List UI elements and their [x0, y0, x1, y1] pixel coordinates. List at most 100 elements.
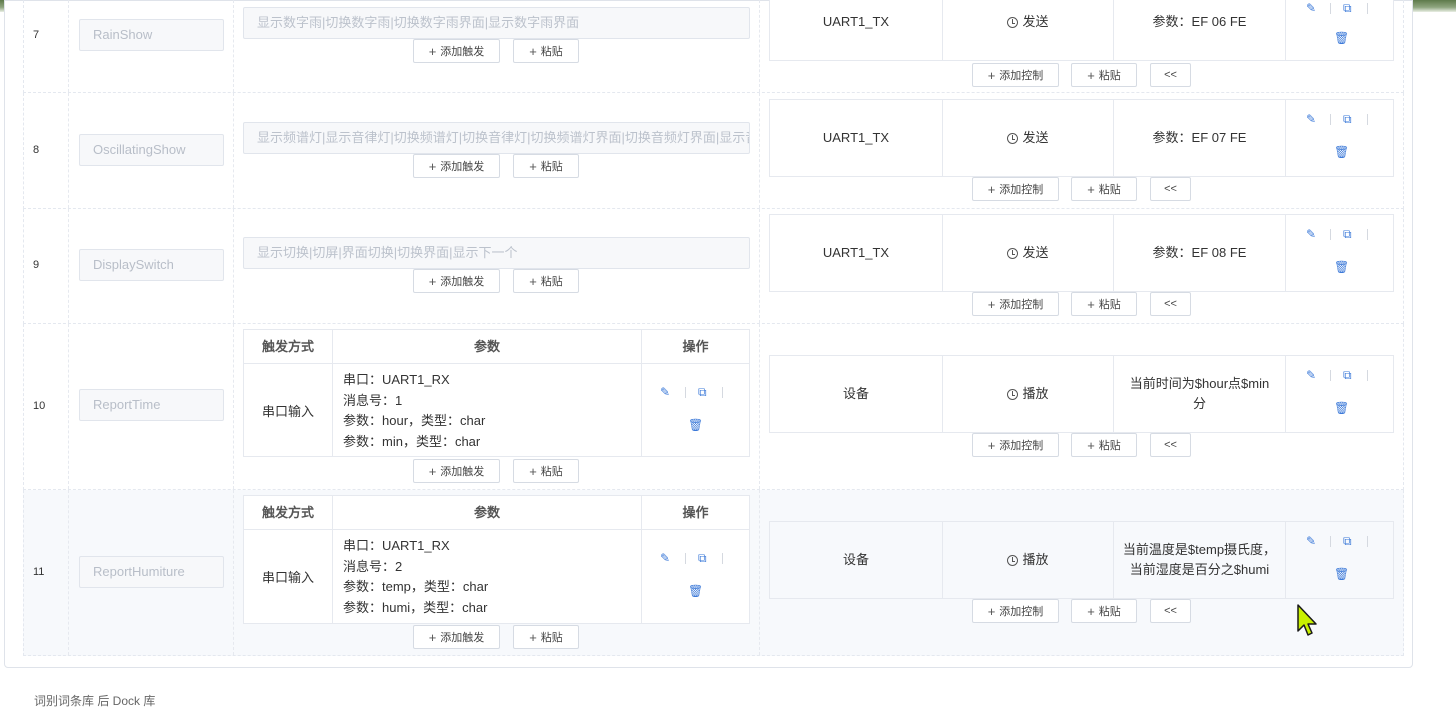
pencil-icon[interactable]: ✎ [1306, 2, 1316, 14]
plus-icon: + [987, 67, 996, 83]
plus-icon: + [529, 629, 537, 645]
control-action: 播放 [943, 522, 1114, 598]
plus-icon: + [1087, 181, 1095, 197]
add-control-button[interactable]: + 添加控制 [972, 292, 1059, 316]
paste-control-button[interactable]: + 粘贴 [1071, 292, 1137, 316]
control-table: 设备 播放 当前温度是$temp摄氏度，当前湿度是百分之$humi ✎ ⧉ 🗑 [769, 521, 1394, 599]
trigger-params: 串口：UART1_RX 消息号：1 参数：hour，类型：char 参数：min… [333, 364, 642, 456]
plus-icon: + [428, 463, 437, 479]
plus-icon: + [428, 43, 437, 59]
trash-icon[interactable]: 🗑 [688, 419, 703, 431]
clock-icon [1007, 132, 1019, 144]
pencil-icon[interactable]: ✎ [1306, 113, 1316, 125]
control-table: UART1_TX 发送 参数：EF 06 FE ✎ ⧉ 🗑 [769, 0, 1394, 61]
copy-icon[interactable]: ⧉ [698, 552, 707, 564]
add-control-button[interactable]: + 添加控制 [972, 63, 1059, 87]
header-mode: 触发方式 [244, 496, 333, 530]
paste-trigger-button[interactable]: + 粘贴 [513, 625, 579, 649]
copy-icon[interactable]: ⧉ [1343, 228, 1352, 240]
add-control-button[interactable]: + 添加控制 [972, 177, 1059, 201]
control-ops: ✎ ⧉ 🗑 [1286, 100, 1393, 176]
copy-icon[interactable]: ⧉ [1343, 2, 1352, 14]
trash-icon[interactable]: 🗑 [1334, 146, 1349, 158]
trigger-mode: 串口输入 [244, 530, 333, 623]
command-name-input[interactable]: RainShow [79, 19, 224, 51]
command-name-input[interactable]: DisplaySwitch [79, 249, 224, 281]
control-ops: ✎ ⧉ 🗑 [1286, 215, 1393, 291]
trigger-detail-table: 触发方式 参数 操作 串口输入 串口：UART1_RX 消息号：1 参数：hou… [243, 329, 750, 457]
command-name-input[interactable]: OscillatingShow [79, 134, 224, 166]
table-row: 8 OscillatingShow 显示频谱灯|显示音律灯|切换频谱灯|切换音律… [23, 93, 1404, 209]
paste-control-button[interactable]: + 粘贴 [1071, 599, 1137, 623]
copy-icon[interactable]: ⧉ [1343, 535, 1352, 547]
trigger-phrases-input[interactable]: 显示切换|切屏|界面切换|切换界面|显示下一个 [243, 237, 750, 269]
copy-icon[interactable]: ⧉ [698, 386, 707, 398]
plus-icon: + [987, 296, 996, 312]
add-trigger-button[interactable]: + 添加触发 [413, 39, 500, 63]
collapse-button[interactable]: << [1150, 433, 1191, 457]
paste-control-button[interactable]: + 粘贴 [1071, 63, 1137, 87]
add-control-button[interactable]: + 添加控制 [972, 599, 1059, 623]
control-table: UART1_TX 发送 参数：EF 07 FE ✎ ⧉ 🗑 [769, 99, 1394, 177]
paste-control-button[interactable]: + 粘贴 [1071, 433, 1137, 457]
control-params: 当前温度是$temp摄氏度，当前湿度是百分之$humi [1114, 522, 1286, 598]
trigger-mode: 串口输入 [244, 364, 333, 456]
control-params: 参数：EF 07 FE [1114, 100, 1286, 176]
paste-trigger-button[interactable]: + 粘贴 [513, 269, 579, 293]
collapse-button[interactable]: << [1150, 292, 1191, 316]
command-name-input[interactable]: ReportTime [79, 389, 224, 421]
trash-icon[interactable]: 🗑 [1334, 568, 1349, 580]
control-ops: ✎ ⧉ 🗑 [1286, 356, 1393, 432]
control-target: UART1_TX [770, 0, 943, 60]
row-index: 9 [33, 259, 40, 271]
control-table: 设备 播放 当前时间为$hour点$min分 ✎ ⧉ 🗑 [769, 355, 1394, 433]
header-params: 参数 [333, 330, 642, 364]
header-ops: 操作 [642, 330, 749, 364]
clock-icon [1007, 247, 1019, 259]
pencil-icon[interactable]: ✎ [660, 386, 670, 398]
header-mode: 触发方式 [244, 330, 333, 364]
control-ops: ✎ ⧉ 🗑 [1286, 522, 1393, 598]
trigger-params: 串口：UART1_RX 消息号：2 参数：temp，类型：char 参数：hum… [333, 530, 642, 623]
add-trigger-button[interactable]: + 添加触发 [413, 459, 500, 483]
pencil-icon[interactable]: ✎ [1306, 228, 1316, 240]
control-params: 参数：EF 06 FE [1114, 0, 1286, 60]
add-trigger-button[interactable]: + 添加触发 [413, 154, 500, 178]
paste-trigger-button[interactable]: + 粘贴 [513, 154, 579, 178]
collapse-button[interactable]: << [1150, 63, 1191, 87]
plus-icon: + [1087, 296, 1095, 312]
control-action: 发送 [943, 215, 1114, 291]
copy-icon[interactable]: ⧉ [1343, 369, 1352, 381]
add-trigger-button[interactable]: + 添加触发 [413, 269, 500, 293]
trash-icon[interactable]: 🗑 [688, 585, 703, 597]
clock-icon [1007, 388, 1019, 400]
plus-icon: + [987, 181, 996, 197]
trigger-phrases-input[interactable]: 显示频谱灯|显示音律灯|切换频谱灯|切换音律灯|切换频谱灯界面|切换音频灯界面|… [243, 122, 750, 154]
trigger-phrases-input[interactable]: 显示数字雨|切换数字雨|切换数字雨界面|显示数字雨界面 [243, 7, 750, 39]
command-name-input[interactable]: ReportHumiture [79, 556, 224, 588]
control-target: UART1_TX [770, 215, 943, 291]
mouse-cursor-icon [1297, 604, 1317, 636]
plus-icon: + [428, 158, 437, 174]
copy-icon[interactable]: ⧉ [1343, 113, 1352, 125]
trash-icon[interactable]: 🗑 [1334, 32, 1349, 44]
trigger-detail-table: 触发方式 参数 操作 串口输入 串口：UART1_RX 消息号：2 参数：tem… [243, 495, 750, 624]
collapse-button[interactable]: << [1150, 177, 1191, 201]
pencil-icon[interactable]: ✎ [1306, 369, 1316, 381]
plus-icon: + [529, 43, 537, 59]
pencil-icon[interactable]: ✎ [660, 552, 670, 564]
paste-trigger-button[interactable]: + 粘贴 [513, 459, 579, 483]
plus-icon: + [1087, 67, 1095, 83]
trash-icon[interactable]: 🗑 [1334, 402, 1349, 414]
control-target: UART1_TX [770, 100, 943, 176]
add-trigger-button[interactable]: + 添加触发 [413, 625, 500, 649]
pencil-icon[interactable]: ✎ [1306, 535, 1316, 547]
control-params: 参数：EF 08 FE [1114, 215, 1286, 291]
add-control-button[interactable]: + 添加控制 [972, 433, 1059, 457]
row-index: 10 [33, 400, 46, 412]
paste-control-button[interactable]: + 粘贴 [1071, 177, 1137, 201]
paste-trigger-button[interactable]: + 粘贴 [513, 39, 579, 63]
control-ops: ✎ ⧉ 🗑 [1286, 0, 1393, 60]
collapse-button[interactable]: << [1150, 599, 1191, 623]
trash-icon[interactable]: 🗑 [1334, 261, 1349, 273]
